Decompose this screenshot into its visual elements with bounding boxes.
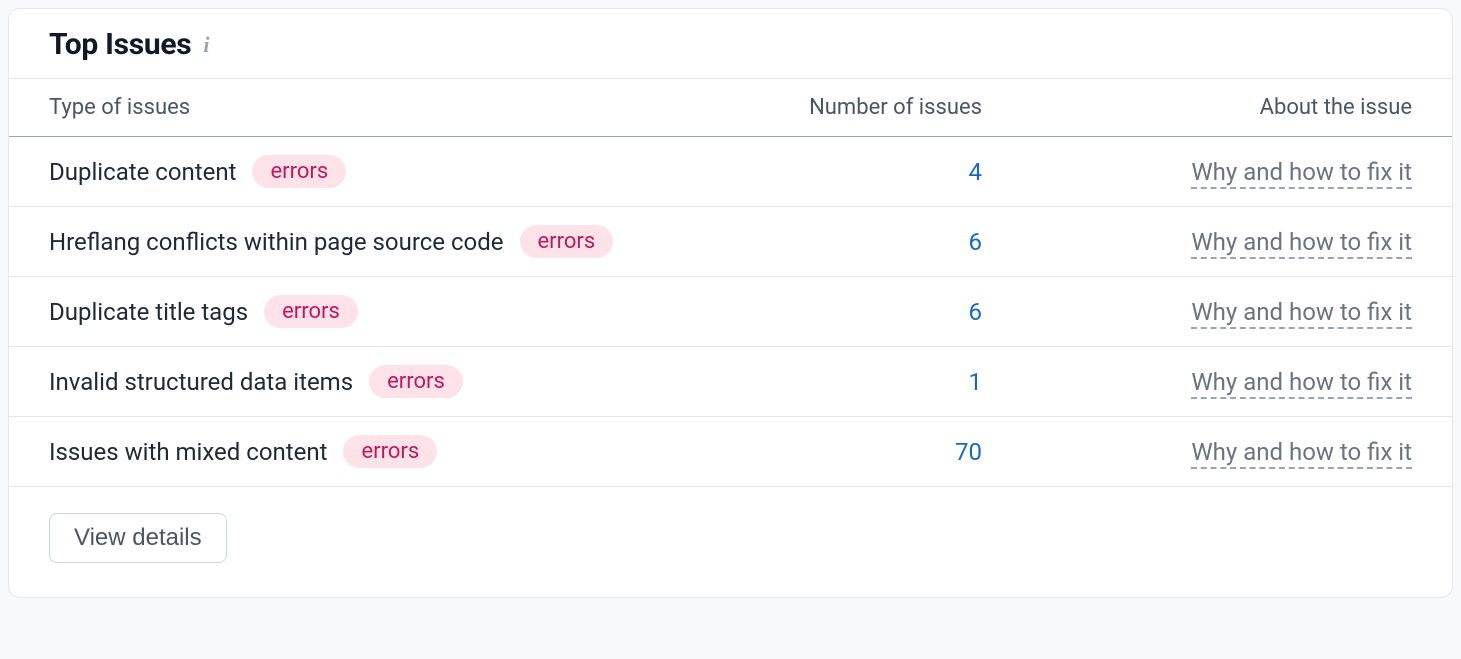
- issue-count-link[interactable]: 6: [969, 228, 983, 256]
- about-issue-link[interactable]: Why and how to fix it: [1191, 368, 1412, 399]
- issue-name: Issues with mixed content: [49, 438, 327, 466]
- about-issue-link[interactable]: Why and how to fix it: [1191, 438, 1412, 469]
- info-icon[interactable]: i: [203, 34, 209, 56]
- card-title: Top Issues: [49, 27, 191, 62]
- card-footer: View details: [9, 487, 1452, 597]
- view-details-button[interactable]: View details: [49, 513, 227, 563]
- issue-row: Duplicate title tags errors 6 Why and ho…: [9, 277, 1452, 347]
- issue-name: Invalid structured data items: [49, 368, 353, 396]
- severity-badge: errors: [343, 435, 437, 468]
- card-header: Top Issues i: [9, 9, 1452, 79]
- severity-badge: errors: [369, 365, 463, 398]
- about-issue-link[interactable]: Why and how to fix it: [1191, 298, 1412, 329]
- issue-count-link[interactable]: 70: [955, 438, 982, 466]
- severity-badge: errors: [520, 225, 614, 258]
- issue-row: Invalid structured data items errors 1 W…: [9, 347, 1452, 417]
- issue-row: Hreflang conflicts within page source co…: [9, 207, 1452, 277]
- issue-name: Duplicate content: [49, 158, 236, 186]
- col-header-type: Type of issues: [49, 95, 722, 120]
- col-header-number: Number of issues: [722, 95, 982, 120]
- severity-badge: errors: [252, 155, 346, 188]
- issue-row: Duplicate content errors 4 Why and how t…: [9, 137, 1452, 207]
- about-issue-link[interactable]: Why and how to fix it: [1191, 158, 1412, 189]
- issue-name: Hreflang conflicts within page source co…: [49, 228, 504, 256]
- issue-row: Issues with mixed content errors 70 Why …: [9, 417, 1452, 487]
- top-issues-card: Top Issues i Type of issues Number of is…: [8, 8, 1453, 598]
- about-issue-link[interactable]: Why and how to fix it: [1191, 228, 1412, 259]
- issue-name: Duplicate title tags: [49, 298, 248, 326]
- table-header-row: Type of issues Number of issues About th…: [9, 79, 1452, 137]
- issue-count-link[interactable]: 1: [969, 368, 983, 396]
- issue-count-link[interactable]: 4: [969, 158, 983, 186]
- severity-badge: errors: [264, 295, 358, 328]
- col-header-about: About the issue: [982, 95, 1412, 120]
- issue-count-link[interactable]: 6: [969, 298, 983, 326]
